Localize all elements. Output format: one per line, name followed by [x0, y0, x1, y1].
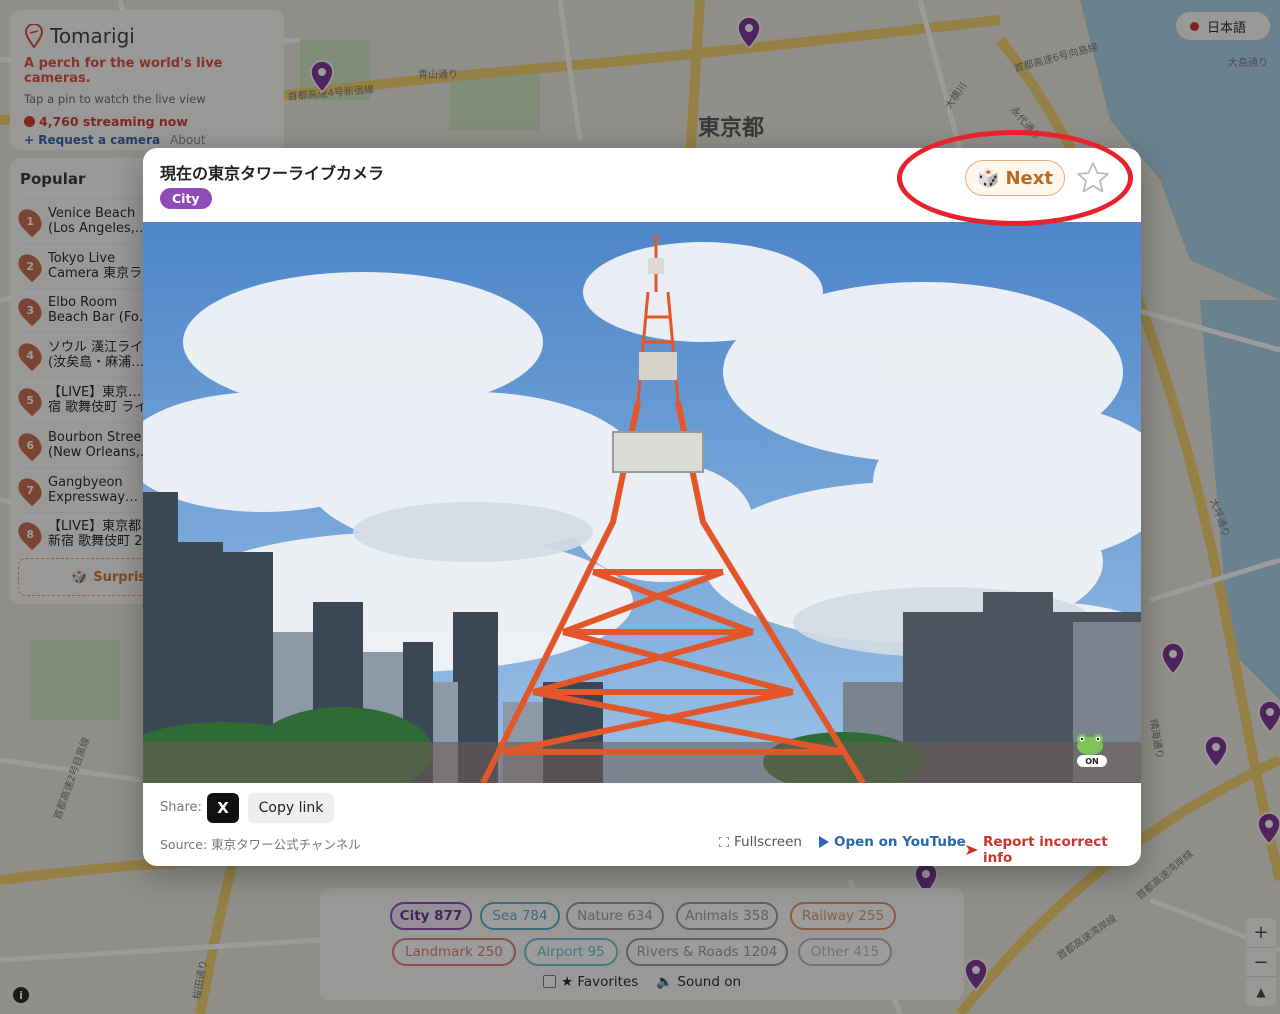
source-text: Source: 東京タワー公式チャンネル — [160, 837, 361, 852]
play-icon — [819, 836, 829, 848]
camera-title: 現在の東京タワーライブカメラ — [160, 164, 385, 183]
live-video-player[interactable] — [143, 222, 1141, 783]
fullscreen-button[interactable]: Fullscreen — [719, 834, 802, 850]
camera-modal: 現在の東京タワーライブカメラ City 🎲 Next ON Share: X C… — [143, 148, 1141, 866]
share-label: Share: — [160, 800, 202, 815]
highlight-annotation — [897, 130, 1133, 226]
flag-icon — [966, 845, 978, 855]
sound-status-label: ON — [1085, 757, 1099, 766]
category-badge: City — [160, 188, 212, 209]
copy-link-button[interactable]: Copy link — [248, 793, 334, 823]
frog-sound-icon[interactable]: ON — [1069, 732, 1111, 768]
share-x-button[interactable]: X — [207, 793, 239, 823]
fullscreen-icon — [719, 837, 729, 847]
report-info-link[interactable]: Report incorrect info — [966, 834, 1141, 866]
open-youtube-link[interactable]: Open on YouTube — [819, 834, 966, 850]
